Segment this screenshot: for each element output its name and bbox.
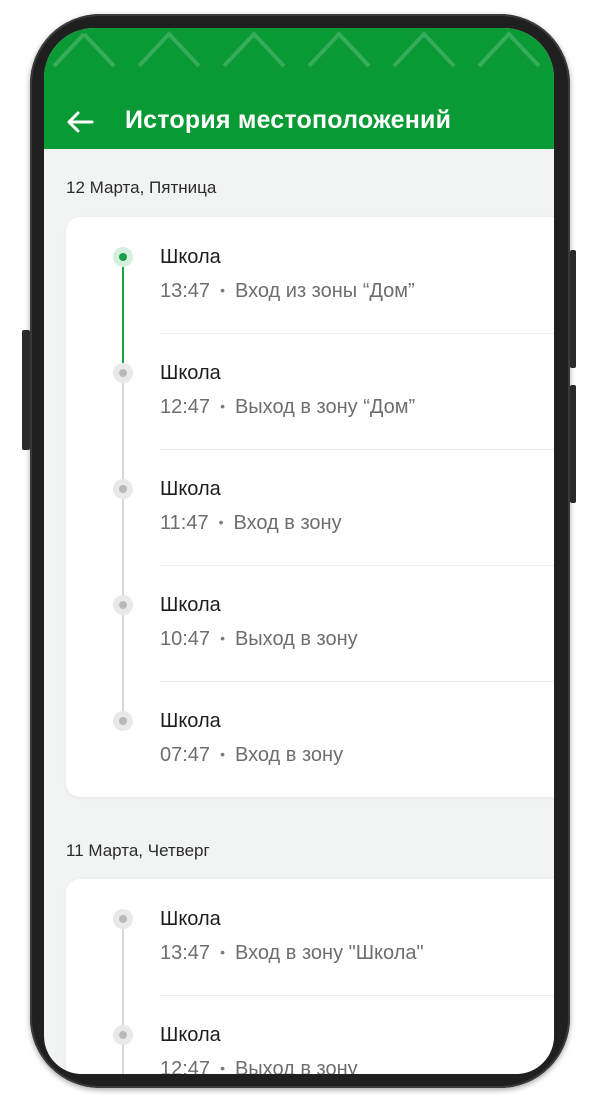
- event-meta: 07:47 • Вход в зону: [160, 744, 343, 767]
- separator-dot: •: [220, 630, 225, 646]
- history-card: Школа 13:47 • Вход из зоны “Дом” Школа 12:…: [66, 217, 554, 797]
- event-time: 13:47: [160, 942, 211, 964]
- volume-up-button: [570, 250, 576, 368]
- place-name: Школа: [160, 1024, 221, 1046]
- history-item[interactable]: Школа 12:47 • Выход в зону “Дом”: [66, 333, 554, 450]
- date-heading: 11 Марта, Четверг: [66, 841, 210, 860]
- event-action: Вход в зону: [233, 512, 342, 534]
- place-name: Школа: [160, 246, 221, 268]
- history-item[interactable]: Школа 13:47 • Вход из зоны “Дом”: [66, 217, 554, 334]
- volume-down-button: [570, 385, 576, 503]
- screen: История местоположений 12 Марта, Пятница…: [44, 28, 554, 1074]
- event-action: Вход из зоны “Дом”: [234, 280, 415, 302]
- event-time: 07:47: [160, 744, 211, 766]
- timeline-dot: [113, 479, 133, 499]
- event-action: Выход в зону: [234, 1058, 358, 1074]
- place-name: Школа: [160, 710, 221, 732]
- separator-dot: •: [220, 944, 225, 960]
- history-item[interactable]: Школа 11:47 • Вход в зону: [66, 449, 554, 566]
- timeline-dot-active: [113, 247, 133, 267]
- event-time: 10:47: [160, 628, 211, 650]
- history-item[interactable]: Школа 07:47 • Вход в зону: [66, 681, 554, 797]
- timeline-dot: [113, 909, 133, 929]
- event-action: Выход в зону: [234, 628, 358, 650]
- place-name: Школа: [160, 478, 221, 500]
- history-item[interactable]: Школа 13:47 • Вход в зону "Школа": [66, 879, 554, 996]
- app-header: История местоположений: [44, 28, 554, 149]
- event-meta: 12:47 • Выход в зону: [160, 1058, 358, 1074]
- separator-dot: •: [220, 398, 225, 414]
- event-time: 12:47: [160, 396, 211, 418]
- side-button-left: [22, 330, 30, 450]
- event-time: 12:47: [160, 1058, 211, 1074]
- place-name: Школа: [160, 362, 221, 384]
- page-title: История местоположений: [125, 106, 452, 134]
- timeline-dot: [113, 711, 133, 731]
- history-list[interactable]: 12 Марта, Пятница Школа 13:47 • Вход из зо…: [44, 149, 554, 1074]
- timeline-dot: [113, 595, 133, 615]
- separator-dot: •: [220, 282, 225, 298]
- event-meta: 13:47 • Вход в зону "Школа": [160, 942, 424, 965]
- timeline-dot: [113, 363, 133, 383]
- event-time: 11:47: [160, 512, 209, 534]
- back-button[interactable]: [62, 104, 98, 140]
- event-action: Вход в зону: [234, 744, 344, 766]
- event-meta: 10:47 • Выход в зону: [160, 628, 358, 651]
- event-meta: 12:47 • Выход в зону “Дом”: [160, 396, 415, 419]
- timeline-dot: [113, 1025, 133, 1045]
- history-item[interactable]: Школа 12:47 • Выход в зону: [66, 995, 554, 1074]
- date-heading: 12 Марта, Пятница: [66, 178, 217, 197]
- place-name: Школа: [160, 594, 221, 616]
- event-meta: 13:47 • Вход из зоны “Дом”: [160, 280, 415, 303]
- place-name: Школа: [160, 908, 221, 930]
- event-action: Выход в зону “Дом”: [234, 396, 416, 418]
- history-item[interactable]: Школа 10:47 • Выход в зону: [66, 565, 554, 682]
- event-time: 13:47: [160, 280, 211, 302]
- separator-dot: •: [220, 746, 225, 762]
- separator-dot: •: [218, 514, 224, 530]
- header-pattern: [52, 31, 541, 68]
- event-action: Вход в зону "Школа": [234, 942, 424, 964]
- history-card: Школа 13:47 • Вход в зону "Школа" Школа 12…: [66, 879, 554, 1074]
- event-meta: 11:47 • Вход в зону: [160, 512, 342, 535]
- arrow-left-icon: [67, 111, 94, 133]
- separator-dot: •: [220, 1060, 225, 1074]
